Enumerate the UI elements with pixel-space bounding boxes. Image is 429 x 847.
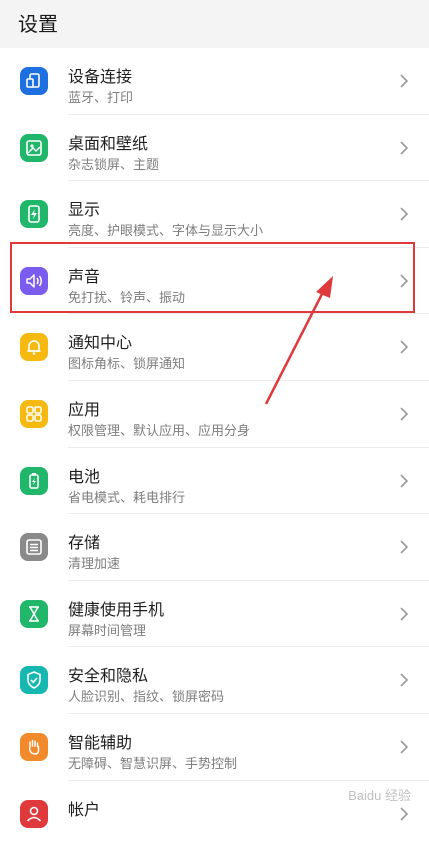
- account-icon: [20, 799, 48, 828]
- settings-item-subtitle: 人脸识别、指纹、锁屏密码: [68, 690, 225, 706]
- chevron-right-icon: [400, 74, 409, 88]
- settings-item-smart-assistance[interactable]: 智能辅助 无障碍、智慧识屏、手势控制: [0, 714, 429, 781]
- battery-icon: [20, 466, 48, 495]
- settings-item-title: 存储: [68, 533, 101, 553]
- settings-item-subtitle: 无障碍、智慧识屏、手势控制: [68, 756, 238, 772]
- settings-item-sound[interactable]: 声音 免打扰、铃声、振动: [0, 248, 429, 315]
- settings-item-subtitle: 蓝牙、打印: [68, 91, 134, 106]
- settings-item-subtitle: 图标角标、锁屏通知: [68, 357, 186, 373]
- chevron-right-icon: [400, 141, 409, 155]
- notification-icon: [20, 333, 48, 362]
- settings-item-storage[interactable]: 存储 清理加速: [0, 514, 429, 581]
- hand-icon: [20, 732, 48, 761]
- settings-item-security-privacy[interactable]: 安全和隐私 人脸识别、指纹、锁屏密码: [0, 647, 429, 714]
- chevron-right-icon: [400, 207, 409, 221]
- page-title: 设置: [18, 12, 58, 36]
- chevron-right-icon: [400, 473, 409, 488]
- settings-item-title: 通知中心: [68, 333, 133, 353]
- chevron-right-icon: [400, 340, 409, 354]
- shield-icon: [20, 666, 48, 695]
- device-connection-icon: [20, 67, 48, 95]
- sound-icon: [20, 266, 48, 295]
- settings-item-subtitle: 权限管理、默认应用、应用分身: [68, 423, 251, 439]
- settings-item-title: 帐户: [68, 799, 101, 819]
- settings-item-device-connection[interactable]: 设备连接 蓝牙、打印: [0, 48, 429, 115]
- settings-item-title: 声音: [68, 266, 101, 286]
- settings-list: 设备连接 蓝牙、打印 桌面和壁纸 杂志锁屏、主题 显示 亮度、护眼模式、字体与显…: [0, 48, 429, 847]
- settings-item-notifications[interactable]: 通知中心 图标角标、锁屏通知: [0, 314, 429, 381]
- settings-item-display[interactable]: 显示 亮度、护眼模式、字体与显示大小: [0, 181, 429, 248]
- hourglass-icon: [20, 599, 48, 628]
- settings-item-title: 应用: [68, 399, 101, 419]
- settings-item-digital-balance[interactable]: 健康使用手机 屏幕时间管理: [0, 581, 429, 648]
- settings-item-title: 健康使用手机: [68, 599, 165, 619]
- settings-item-wallpaper[interactable]: 桌面和壁纸 杂志锁屏、主题: [0, 115, 429, 182]
- chevron-right-icon: [400, 607, 409, 621]
- wallpaper-icon: [20, 133, 48, 162]
- settings-item-apps[interactable]: 应用 权限管理、默认应用、应用分身: [0, 381, 429, 448]
- chevron-right-icon: [400, 740, 409, 754]
- chevron-right-icon: [400, 407, 409, 421]
- settings-item-title: 智能辅助: [68, 732, 133, 752]
- chevron-right-icon: [400, 806, 409, 821]
- settings-item-subtitle: 屏幕时间管理: [68, 623, 147, 639]
- settings-item-subtitle: 亮度、护眼模式、字体与显示大小: [68, 224, 264, 240]
- settings-item-subtitle: 免打扰、铃声、振动: [68, 290, 186, 306]
- settings-item-title: 显示: [68, 200, 101, 220]
- chevron-right-icon: [400, 274, 409, 288]
- watermark: Baidu 经验: [348, 788, 411, 803]
- header-bar: 设置: [0, 0, 429, 48]
- storage-icon: [20, 533, 48, 562]
- settings-item-title: 电池: [68, 466, 101, 486]
- settings-item-title: 安全和隐私: [68, 666, 149, 686]
- settings-item-battery[interactable]: 电池 省电模式、耗电排行: [0, 448, 429, 515]
- apps-icon: [20, 399, 48, 428]
- settings-item-title: 设备连接: [68, 67, 133, 86]
- settings-item-subtitle: 省电模式、耗电排行: [68, 490, 186, 506]
- chevron-right-icon: [400, 540, 409, 554]
- chevron-right-icon: [400, 673, 409, 687]
- settings-item-title: 桌面和壁纸: [68, 133, 149, 153]
- display-icon: [20, 200, 48, 229]
- settings-item-subtitle: 杂志锁屏、主题: [68, 157, 160, 173]
- settings-item-subtitle: 清理加速: [68, 557, 121, 573]
